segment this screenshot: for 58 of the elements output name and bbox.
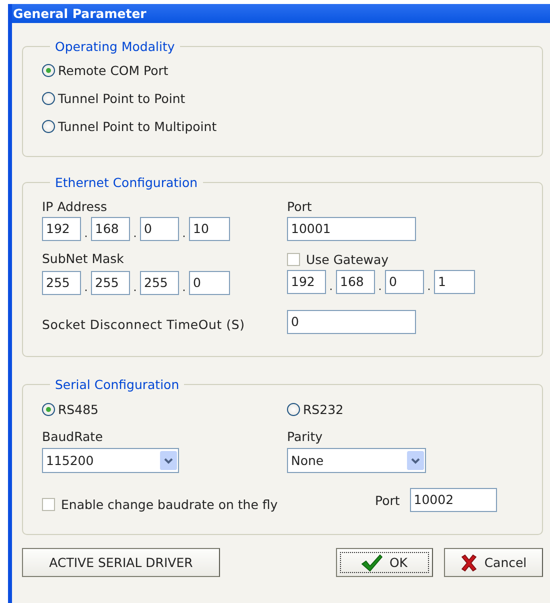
octet-field[interactable]: 168 xyxy=(91,217,130,241)
octet-field[interactable]: 0 xyxy=(140,217,179,241)
chevron-down-icon[interactable] xyxy=(407,451,424,470)
field-label: Parity xyxy=(287,429,324,444)
separator: . xyxy=(181,281,187,295)
field-label: IP Address xyxy=(42,199,108,214)
octet-field[interactable]: 255 xyxy=(42,271,81,295)
group-title: Serial Configuration xyxy=(55,377,180,392)
window-title: General Parameter xyxy=(12,4,550,23)
octet-field[interactable]: 255 xyxy=(140,271,179,295)
dropdown[interactable]: None xyxy=(287,448,426,473)
cancel-button[interactable]: Cancel xyxy=(444,548,543,577)
octet-field[interactable]: 192 xyxy=(287,270,326,294)
radio-label[interactable]: Tunnel Point to Point xyxy=(58,91,186,106)
octet-field[interactable]: 10 xyxy=(189,217,230,241)
timeout-field[interactable]: 0 xyxy=(287,310,416,334)
field-label: Port xyxy=(287,199,313,214)
dropdown[interactable]: 115200 xyxy=(42,448,179,473)
radio-button[interactable] xyxy=(42,64,55,77)
radio-label[interactable]: Remote COM Port xyxy=(58,63,168,78)
checkbox-label[interactable]: Enable change baudrate on the fly xyxy=(61,497,278,512)
checkmark-icon xyxy=(361,554,384,572)
separator: . xyxy=(132,281,138,295)
checkbox-label[interactable]: Use Gateway xyxy=(306,252,389,267)
octet-field[interactable]: 0 xyxy=(385,270,424,294)
octet-field[interactable]: 1 xyxy=(434,270,475,294)
separator: . xyxy=(83,281,89,295)
separator: . xyxy=(132,227,138,241)
ok-button[interactable]: OK xyxy=(336,548,433,577)
octet-field[interactable]: 255 xyxy=(91,271,130,295)
radio-button[interactable] xyxy=(42,120,55,133)
separator: . xyxy=(377,280,383,294)
checkbox[interactable] xyxy=(42,498,55,511)
octet-field[interactable]: 168 xyxy=(336,270,375,294)
group-title: Ethernet Configuration xyxy=(55,175,198,190)
field-label: BaudRate xyxy=(42,429,104,444)
separator: . xyxy=(426,280,432,294)
radio-label[interactable]: RS485 xyxy=(58,402,98,417)
field-label: Socket Disconnect TimeOut (S) xyxy=(42,317,246,334)
separator: . xyxy=(83,227,89,241)
radio-label[interactable]: RS232 xyxy=(303,402,344,417)
chevron-down-icon[interactable] xyxy=(160,451,177,470)
separator: . xyxy=(328,280,334,294)
close-icon xyxy=(460,554,478,572)
action-button[interactable]: ACTIVE SERIAL DRIVER xyxy=(22,548,220,577)
separator: . xyxy=(181,227,187,241)
radio-button[interactable] xyxy=(42,403,55,416)
checkbox[interactable] xyxy=(287,253,300,266)
field-label: SubNet Mask xyxy=(42,251,125,266)
field-label: Port xyxy=(375,492,400,508)
group-title: Operating Modality xyxy=(55,39,175,54)
radio-label[interactable]: Tunnel Point to Multipoint xyxy=(58,119,217,134)
port-field[interactable]: 10002 xyxy=(410,488,497,512)
port-field[interactable]: 10001 xyxy=(287,217,416,241)
radio-button[interactable] xyxy=(287,403,300,416)
radio-button[interactable] xyxy=(42,92,55,105)
octet-field[interactable]: 0 xyxy=(189,271,230,295)
octet-field[interactable]: 192 xyxy=(42,217,81,241)
